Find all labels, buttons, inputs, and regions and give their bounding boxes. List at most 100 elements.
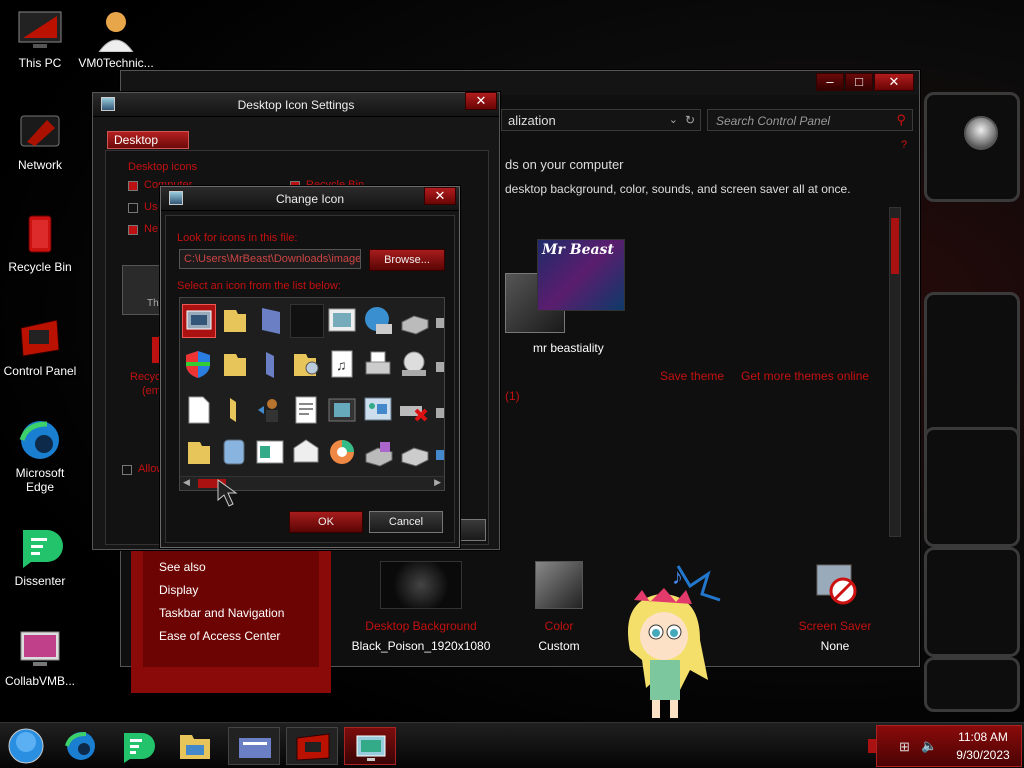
cancel-button[interactable]: Cancel — [369, 511, 443, 533]
icon-option-selected[interactable] — [182, 304, 216, 338]
video-icon[interactable] — [326, 394, 360, 428]
scroll-right-icon[interactable]: ▶ — [434, 477, 441, 488]
desktop-icon-settings-titlebar[interactable]: Desktop Icon Settings — [93, 93, 499, 117]
preview-recycle-label: Recyc — [130, 371, 161, 383]
taskbar-control-panel[interactable] — [286, 727, 338, 765]
close-button[interactable]: ✕ — [874, 73, 914, 91]
ok-button[interactable]: OK — [289, 511, 363, 533]
maximize-button[interactable]: □ — [845, 73, 873, 91]
cd-drive-icon[interactable] — [398, 348, 432, 382]
music-document-icon[interactable]: ♫ — [326, 348, 360, 382]
desktop-icon-label: Recycle Bin — [8, 260, 72, 274]
desktop-icon-collabvm[interactable]: CollabVMB... — [2, 626, 78, 688]
refresh-icon[interactable]: ↻ — [685, 113, 695, 127]
drive-icon[interactable] — [398, 304, 432, 338]
close-button[interactable]: ✕ — [424, 187, 456, 205]
drive-icon[interactable] — [434, 394, 444, 428]
drive-icon[interactable] — [434, 304, 444, 338]
image-icon[interactable] — [326, 304, 360, 338]
icon-list[interactable]: ♫ ◀ ▶ — [179, 297, 445, 491]
vertical-scrollbar[interactable] — [889, 207, 901, 537]
text-document-icon[interactable] — [290, 394, 324, 428]
desktop-icon-dissenter[interactable]: Dissenter — [2, 526, 78, 588]
clock-date[interactable]: 9/30/2023 — [947, 748, 1019, 762]
start-button[interactable] — [4, 727, 48, 765]
group-label: Desktop icons — [128, 161, 198, 173]
address-bar[interactable]: alization ⌄ ↻ — [501, 109, 701, 131]
checkbox-allow-themes[interactable] — [122, 465, 132, 475]
blank-document-icon[interactable] — [182, 394, 216, 428]
mail-icon[interactable] — [290, 436, 324, 470]
network-tray-icon[interactable]: ⊞ — [899, 739, 910, 755]
scrollbar-thumb[interactable] — [891, 218, 899, 274]
search-icon[interactable]: ⚲ — [896, 112, 906, 128]
user-folder-icon[interactable] — [218, 436, 252, 470]
theme-thumbnail[interactable]: Mr Beast — [537, 239, 625, 311]
floppy-drive-icon[interactable] — [362, 436, 396, 470]
folder-icon[interactable] — [218, 348, 252, 382]
network-icon — [17, 110, 63, 154]
book-icon[interactable] — [254, 304, 288, 338]
color-item[interactable]: Color Custom — [519, 561, 599, 691]
search-box[interactable]: Search Control Panel ⚲ — [707, 109, 913, 131]
taskbar-file-explorer[interactable] — [170, 727, 220, 765]
mouse-cursor-icon — [216, 478, 244, 511]
folder-search-icon[interactable] — [290, 348, 324, 382]
clock-time[interactable]: 11:08 AM — [947, 730, 1019, 744]
get-more-themes-link[interactable]: Get more themes online — [741, 369, 869, 383]
tab-desktop-icons[interactable]: Desktop Icons — [107, 131, 189, 163]
control-panel-icon[interactable] — [362, 394, 396, 428]
window-icon[interactable] — [254, 436, 288, 470]
taskbar-dissenter[interactable] — [112, 727, 162, 765]
folder-icon[interactable] — [218, 394, 252, 428]
taskbar-edge[interactable] — [56, 727, 106, 765]
drive-icon[interactable] — [398, 436, 432, 470]
screen-saver-icon — [811, 561, 859, 609]
checkbox-user-label: Us — [144, 201, 158, 213]
dialog-title: Desktop Icon Settings — [237, 98, 355, 112]
desktop-background-item[interactable]: Desktop Background Black_Poison_1920x108… — [351, 561, 491, 691]
media-player-icon[interactable] — [326, 436, 360, 470]
desktop-icon-control-panel[interactable]: Control Panel — [2, 316, 78, 378]
desktop-icon-vm0[interactable]: VM0Technic... — [78, 8, 154, 70]
see-also-ease-link[interactable]: Ease of Access Center — [159, 629, 280, 643]
file-path-input[interactable] — [179, 249, 361, 269]
change-icon-dialog[interactable]: Change Icon ✕ Look for icons in this fil… — [160, 186, 460, 548]
help-icon[interactable]: ? — [901, 139, 907, 151]
desktop-icon-this-pc[interactable]: This PC — [2, 8, 78, 70]
close-button[interactable]: ✕ — [465, 92, 497, 110]
taskbar: ⊞ 🔈 11:08 AM 9/30/2023 — [0, 722, 1024, 768]
checkbox-network[interactable] — [128, 225, 138, 235]
cartoon-character-mascot[interactable]: ♪ — [620, 560, 730, 722]
color-title: Color — [544, 619, 574, 633]
drive-icon[interactable] — [434, 348, 444, 382]
taskbar-app-window[interactable] — [228, 727, 280, 765]
shield-icon[interactable] — [182, 348, 216, 382]
checkbox-user-files[interactable] — [128, 203, 138, 213]
delete-drive-icon[interactable] — [398, 394, 432, 428]
chess-icon[interactable] — [254, 394, 288, 428]
folder-icon[interactable] — [182, 436, 216, 470]
desktop-icon-recycle-bin[interactable]: Recycle Bin — [2, 212, 78, 274]
browse-button[interactable]: Browse... — [369, 249, 445, 271]
checkbox-computer[interactable] — [128, 181, 138, 191]
blank-icon[interactable] — [290, 304, 324, 338]
drive-icon[interactable] — [434, 436, 444, 470]
globe-network-icon[interactable] — [362, 304, 396, 338]
book-icon[interactable] — [254, 348, 288, 382]
change-icon-titlebar[interactable]: Change Icon — [161, 187, 459, 211]
see-also-taskbar-link[interactable]: Taskbar and Navigation — [159, 606, 284, 620]
folder-icon[interactable] — [218, 304, 252, 338]
save-theme-link[interactable]: Save theme — [660, 369, 724, 383]
chevron-down-icon[interactable]: ⌄ — [669, 113, 678, 126]
printer-icon[interactable] — [362, 348, 396, 382]
desktop-icon-edge[interactable]: Microsoft Edge — [2, 418, 78, 494]
screen-saver-item[interactable]: Screen Saver None — [785, 561, 885, 691]
minimize-button[interactable]: – — [816, 73, 844, 91]
see-also-display-link[interactable]: Display — [159, 583, 198, 597]
taskbar-personalization[interactable] — [344, 727, 396, 765]
scroll-left-icon[interactable]: ◀ — [183, 477, 190, 488]
volume-icon[interactable]: 🔈 — [921, 738, 937, 754]
desktop-icon-network[interactable]: Network — [2, 110, 78, 172]
svg-text:♪: ♪ — [672, 564, 683, 589]
